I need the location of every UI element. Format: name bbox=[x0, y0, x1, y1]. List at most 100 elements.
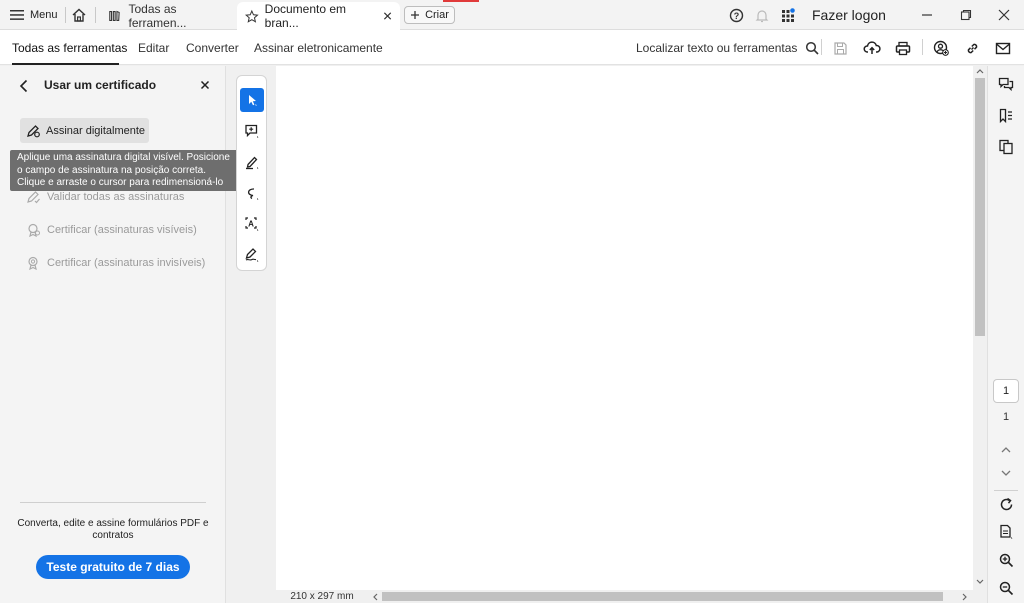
page-view-icon bbox=[999, 524, 1012, 539]
sign-digitally-button[interactable]: Assinar digitalmente bbox=[20, 118, 149, 143]
select-tool[interactable] bbox=[240, 88, 264, 112]
close-window-button[interactable] bbox=[998, 0, 1010, 30]
scroll-right-icon[interactable] bbox=[962, 593, 968, 601]
comments-button[interactable] bbox=[996, 75, 1016, 95]
active-indicator bbox=[443, 0, 479, 2]
sign-tool[interactable] bbox=[240, 243, 264, 267]
plus-icon bbox=[411, 11, 420, 19]
hamburger-icon bbox=[10, 10, 24, 20]
vertical-scrollbar[interactable] bbox=[973, 66, 987, 590]
apps-button[interactable] bbox=[780, 0, 796, 30]
left-panel: Usar um certificado Assinar digitalmente… bbox=[0, 66, 226, 603]
svg-text:A: A bbox=[248, 220, 254, 229]
page-size-label: 210 x 297 mm bbox=[276, 590, 368, 603]
menu-button[interactable]: Menu bbox=[10, 0, 58, 30]
create-button[interactable]: Criar bbox=[404, 6, 455, 24]
comment-tool[interactable] bbox=[240, 119, 264, 143]
notifications-button[interactable] bbox=[755, 0, 769, 30]
text-box-icon: A bbox=[245, 217, 259, 231]
horizontal-scroll-thumb[interactable] bbox=[382, 592, 943, 601]
upload-button[interactable] bbox=[862, 38, 882, 58]
certificate-invisible-icon bbox=[28, 256, 38, 270]
zoom-in-button[interactable] bbox=[996, 550, 1016, 570]
printer-icon bbox=[895, 41, 911, 55]
copy-pages-icon bbox=[999, 139, 1013, 155]
login-button[interactable]: Fazer logon bbox=[812, 0, 886, 30]
maximize-button[interactable] bbox=[960, 0, 972, 30]
tooltip: Aplique uma assinatura digital visível. … bbox=[10, 150, 242, 191]
home-button[interactable] bbox=[71, 0, 87, 30]
save-icon bbox=[833, 41, 847, 55]
search-label: Localizar texto ou ferramentas bbox=[636, 40, 798, 55]
restore-icon bbox=[960, 9, 972, 21]
certificate-visible-icon bbox=[28, 223, 40, 237]
link-button[interactable] bbox=[962, 38, 982, 58]
star-icon[interactable] bbox=[245, 9, 259, 24]
add-comment-icon bbox=[245, 124, 259, 138]
search-icon bbox=[806, 41, 819, 55]
divider bbox=[922, 39, 923, 55]
validate-signature-icon bbox=[27, 191, 40, 204]
scroll-left-icon[interactable] bbox=[372, 593, 378, 601]
print-button[interactable] bbox=[893, 38, 913, 58]
menu-convert[interactable]: Converter bbox=[186, 30, 239, 65]
highlight-tool[interactable] bbox=[240, 150, 264, 174]
right-rail: 1 1 bbox=[987, 66, 1024, 603]
certify-visible-item[interactable]: Certificar (assinaturas visíveis) bbox=[26, 220, 197, 240]
minimize-button[interactable] bbox=[921, 0, 933, 30]
pen-icon bbox=[246, 156, 259, 170]
menu-esign[interactable]: Assinar eletronicamente bbox=[254, 30, 383, 65]
user-add-icon bbox=[933, 40, 949, 56]
scroll-up-icon[interactable] bbox=[976, 68, 984, 74]
vertical-scroll-thumb[interactable] bbox=[975, 78, 985, 336]
close-tab-icon[interactable] bbox=[383, 11, 392, 21]
divider bbox=[821, 39, 822, 55]
mail-icon bbox=[995, 42, 1011, 54]
help-button[interactable]: ? bbox=[729, 0, 744, 30]
rotate-icon bbox=[1000, 497, 1012, 510]
tab-document[interactable]: Documento em bran... bbox=[237, 2, 400, 30]
apps-grid-icon bbox=[782, 8, 795, 22]
page-number-input[interactable]: 1 bbox=[993, 379, 1019, 403]
divider bbox=[65, 7, 66, 23]
zoom-out-icon bbox=[999, 581, 1013, 595]
scroll-down-icon[interactable] bbox=[976, 579, 984, 585]
back-button[interactable] bbox=[18, 79, 30, 93]
tab-label: Documento em bran... bbox=[264, 2, 347, 30]
comments-icon bbox=[998, 77, 1014, 92]
menu-bar: Todas as ferramentas Editar Converter As… bbox=[0, 30, 1024, 65]
share-user-button[interactable] bbox=[931, 38, 951, 58]
item-label: Certificar (assinaturas visíveis) bbox=[47, 224, 197, 236]
rotate-button[interactable] bbox=[996, 494, 1016, 514]
tab-all-tools[interactable]: Todas as ferramen... bbox=[100, 2, 234, 30]
free-trial-button[interactable]: Teste gratuito de 7 dias bbox=[36, 555, 190, 579]
active-menu-underline bbox=[12, 63, 119, 65]
pages-button[interactable] bbox=[996, 137, 1016, 157]
link-icon bbox=[967, 43, 977, 53]
close-panel-button[interactable] bbox=[200, 80, 210, 90]
search-tools[interactable]: Localizar texto ou ferramentas bbox=[636, 30, 819, 65]
document-page[interactable] bbox=[276, 66, 973, 590]
next-page-button[interactable] bbox=[996, 463, 1016, 483]
text-recognition-tool[interactable]: A bbox=[240, 212, 264, 236]
panel-title: Usar um certificado bbox=[44, 78, 157, 92]
bookmarks-button[interactable] bbox=[996, 106, 1016, 126]
draw-tool[interactable] bbox=[240, 181, 264, 205]
chevron-down-icon bbox=[1001, 470, 1011, 476]
menu-all-tools[interactable]: Todas as ferramentas bbox=[12, 30, 127, 65]
email-button[interactable] bbox=[993, 38, 1013, 58]
tools-icon bbox=[109, 10, 120, 21]
previous-page-button[interactable] bbox=[996, 439, 1016, 459]
create-label: Criar bbox=[425, 9, 449, 21]
item-label: Validar todas as assinaturas bbox=[47, 191, 185, 203]
page-total: 1 bbox=[1002, 411, 1010, 423]
horizontal-scrollbar[interactable] bbox=[368, 590, 973, 603]
signature-icon bbox=[245, 248, 259, 262]
chevron-up-icon bbox=[1001, 446, 1011, 452]
page-display-button[interactable] bbox=[996, 522, 1016, 542]
cloud-upload-icon bbox=[863, 41, 881, 54]
certify-invisible-item[interactable]: Certificar (assinaturas invisíveis) bbox=[26, 253, 205, 273]
menu-edit[interactable]: Editar bbox=[138, 30, 169, 65]
zoom-out-button[interactable] bbox=[996, 578, 1016, 598]
save-button[interactable] bbox=[830, 38, 850, 58]
